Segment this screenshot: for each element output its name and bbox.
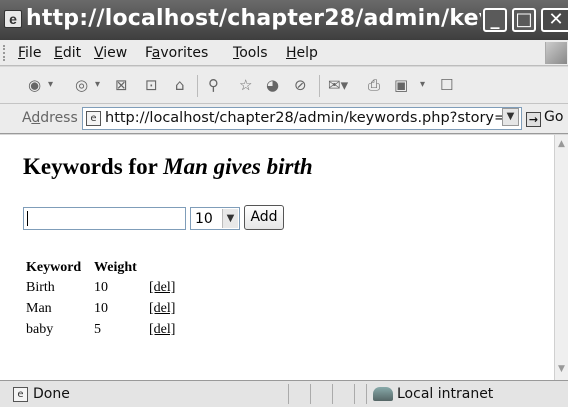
go-arrow-icon: → <box>526 112 541 127</box>
address-label-text: dress <box>40 110 78 126</box>
delete-link[interactable]: [del] <box>149 280 175 295</box>
address-dropdown-icon[interactable]: ▼ <box>502 108 519 126</box>
toolbar-separator <box>197 75 198 97</box>
scroll-up-icon[interactable]: ▲ <box>555 136 568 152</box>
page-icon: e <box>86 111 101 126</box>
delete-link[interactable]: [del] <box>149 301 175 316</box>
page-title: Keywords for Man gives birth <box>23 154 313 180</box>
title-bar: e http://localhost/chapter28/admin/key..… <box>0 0 568 40</box>
status-text: Done <box>33 386 70 402</box>
column-header-weight: Weight <box>94 260 137 275</box>
print-icon[interactable]: ⎙ <box>368 76 380 94</box>
back-dropdown-icon[interactable]: ▾ <box>48 76 53 94</box>
menu-label: F <box>145 45 152 61</box>
local-intranet-icon <box>373 387 393 401</box>
weight-cell: 10 <box>94 280 108 295</box>
status-divider <box>332 384 333 404</box>
menu-file[interactable]: File <box>18 45 41 61</box>
standard-toolbar: ◉ ▾ ◎ ▾ ⊠ ⊡ ⌂ ⚲ ☆ ◕ ⊘ ✉▾ ⎙ ▣ ▾ ☐ <box>0 67 568 104</box>
ie-page-icon[interactable]: e <box>4 10 22 28</box>
address-url[interactable]: http://localhost/chapter28/admin/keyword… <box>105 110 515 126</box>
column-header-keyword: Keyword <box>26 260 82 275</box>
scroll-down-icon[interactable]: ▼ <box>555 361 568 377</box>
window-title: http://localhost/chapter28/admin/key... <box>26 6 481 31</box>
maximize-button[interactable]: □ <box>512 8 536 32</box>
menu-accel: H <box>286 45 297 61</box>
menu-tools[interactable]: Tools <box>233 45 268 61</box>
menu-accel: F <box>18 45 26 61</box>
status-divider <box>354 384 355 404</box>
menu-favorites[interactable]: Favorites <box>145 45 208 61</box>
menu-edit[interactable]: Edit <box>54 45 81 61</box>
edit-dropdown-icon[interactable]: ▾ <box>420 76 425 94</box>
go-button[interactable]: → Go <box>526 109 563 127</box>
weight-cell: 10 <box>94 301 108 316</box>
security-zone: Local intranet <box>397 386 494 402</box>
page-title-prefix: Keywords for <box>23 154 164 179</box>
forward-icon[interactable]: ◎ <box>75 76 88 94</box>
weight-select-value: 10 <box>195 211 213 227</box>
menu-label: ools <box>239 45 268 61</box>
add-button[interactable]: Add <box>244 205 284 230</box>
keyword-input[interactable] <box>23 207 186 230</box>
go-label: Go <box>544 109 564 125</box>
status-bar: e Done Local intranet <box>0 380 568 407</box>
edit-icon[interactable]: ▣ <box>394 76 408 94</box>
menu-accel: E <box>54 45 63 61</box>
back-icon[interactable]: ◉ <box>28 76 41 94</box>
chevron-down-icon[interactable]: ▼ <box>222 209 238 228</box>
page-content: Keywords for Man gives birth 10 ▼ Add Ke… <box>0 135 554 380</box>
weight-cell: 5 <box>94 322 101 337</box>
close-button[interactable]: ✕ <box>541 8 568 32</box>
status-divider <box>366 384 367 404</box>
keyword-cell: Birth <box>26 280 55 295</box>
menu-view[interactable]: View <box>94 45 127 61</box>
mail-icon[interactable]: ✉▾ <box>328 76 348 94</box>
delete-link[interactable]: [del] <box>149 322 175 337</box>
status-divider <box>288 384 289 404</box>
address-label-text: A <box>22 110 32 126</box>
windows-logo-icon <box>545 42 567 64</box>
menu-label: ile <box>25 45 42 61</box>
close-icon: ✕ <box>548 9 564 30</box>
menu-label: dit <box>62 45 82 61</box>
keyword-cell: Man <box>26 301 52 316</box>
minimize-button[interactable]: _ <box>483 8 507 32</box>
toolbar-separator <box>319 75 320 97</box>
maximize-icon: □ <box>515 9 533 30</box>
media-icon[interactable]: ◕ <box>266 76 279 94</box>
forward-dropdown-icon[interactable]: ▾ <box>95 76 100 94</box>
search-icon[interactable]: ⚲ <box>208 76 219 94</box>
keyword-cell: baby <box>26 322 54 337</box>
minimize-icon: _ <box>490 9 500 30</box>
stop-icon[interactable]: ⊠ <box>115 76 128 94</box>
menu-accel: V <box>94 45 104 61</box>
refresh-icon[interactable]: ⊡ <box>145 76 158 94</box>
home-icon[interactable]: ⌂ <box>175 76 185 94</box>
page-done-icon: e <box>13 387 28 402</box>
favorites-icon[interactable]: ☆ <box>239 76 252 94</box>
address-bar: Address e http://localhost/chapter28/adm… <box>0 104 568 134</box>
address-input[interactable]: e http://localhost/chapter28/admin/keywo… <box>82 107 522 130</box>
text-caret <box>27 211 28 226</box>
story-title: Man gives birth <box>163 154 313 179</box>
status-divider <box>310 384 311 404</box>
menu-label: iew <box>103 45 128 61</box>
toolbar-grip[interactable] <box>3 45 7 61</box>
discuss-icon[interactable]: ☐ <box>440 76 453 94</box>
menu-label: vorites <box>160 45 209 61</box>
address-label: Address <box>22 110 78 126</box>
menu-help[interactable]: Help <box>286 45 318 61</box>
weight-select[interactable]: 10 ▼ <box>190 207 240 230</box>
history-icon[interactable]: ⊘ <box>294 76 307 94</box>
vertical-scrollbar[interactable]: ▲ ▼ <box>554 135 568 380</box>
menu-label: elp <box>296 45 318 61</box>
menu-bar: File Edit View Favorites Tools Help <box>0 40 568 66</box>
address-label-accel: d <box>31 110 41 126</box>
